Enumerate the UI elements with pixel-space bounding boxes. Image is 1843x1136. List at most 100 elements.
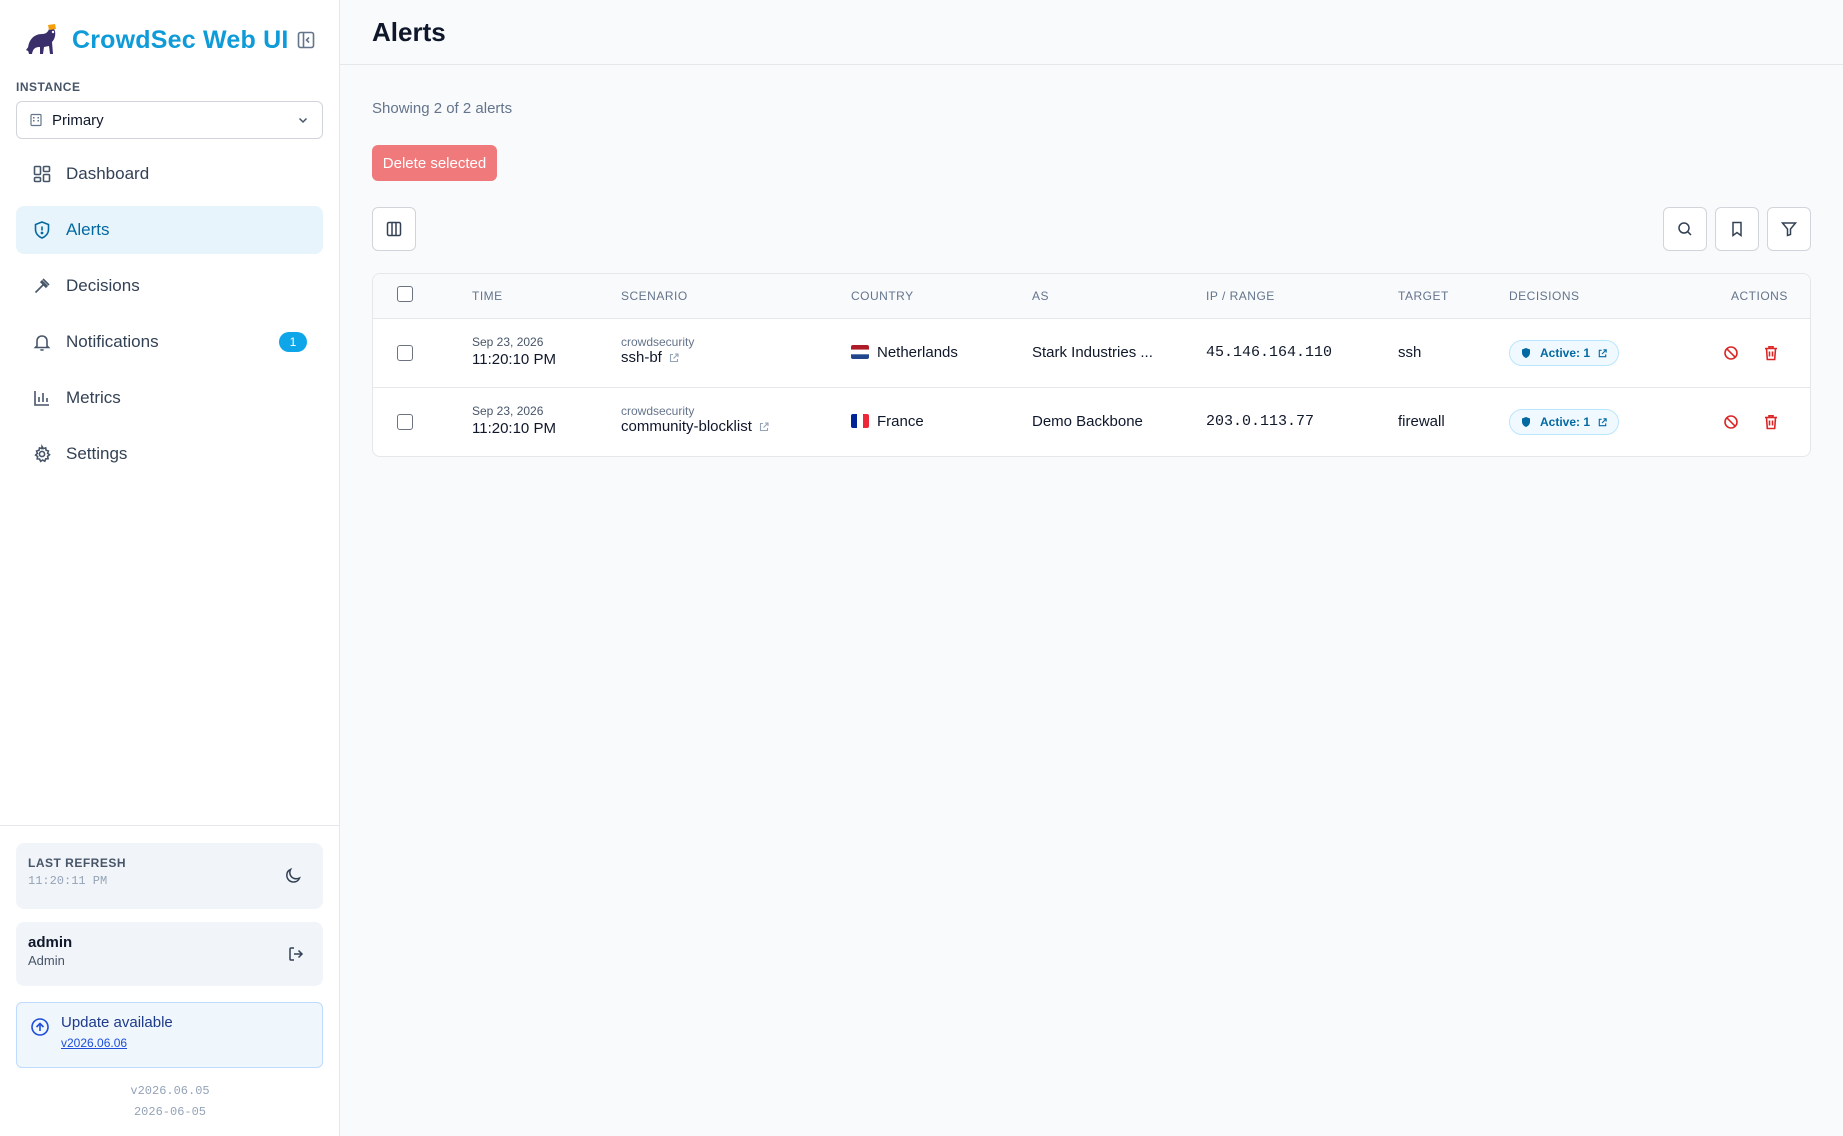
column-header-target[interactable]: TARGET [1398, 289, 1449, 303]
scenario-link[interactable]: community-blocklist [621, 418, 770, 435]
decisions-badge-label: Active: 1 [1540, 415, 1591, 429]
ban-icon[interactable] [1722, 344, 1740, 362]
external-link-icon [759, 421, 769, 431]
alert-time: 11:20:10 PM [472, 351, 556, 368]
sidebar-item-decisions[interactable]: Decisions [16, 262, 323, 310]
sidebar-item-alerts[interactable]: Alerts [16, 206, 323, 254]
country-name: France [877, 413, 924, 430]
column-header-country[interactable]: COUNTRY [851, 289, 914, 303]
instance-label: INSTANCE [16, 80, 81, 94]
search-icon [1678, 222, 1692, 236]
logout-icon[interactable] [287, 945, 305, 963]
sidebar-item-dashboard[interactable]: Dashboard [16, 150, 323, 198]
scenario-cell: crowdsecurity community-blocklist [621, 404, 770, 435]
building-icon [30, 113, 42, 127]
last-refresh-card: LAST REFRESH 11:20:11 PM [16, 843, 323, 909]
divider [0, 825, 340, 826]
alert-time: 11:20:10 PM [472, 420, 556, 437]
column-header-as[interactable]: AS [1032, 289, 1049, 303]
filter-button[interactable] [1767, 207, 1811, 251]
time-cell: Sep 23, 2026 11:20:10 PM [472, 335, 556, 368]
gear-icon [34, 444, 51, 463]
current-version: v2026.06.05 [130, 1084, 210, 1098]
notifications-count-badge: 1 [279, 332, 307, 352]
table-row[interactable]: Sep 23, 2026 11:20:10 PM crowdsecurity c… [373, 388, 1810, 456]
scenario-name: community-blocklist [621, 418, 752, 435]
shield-icon [1522, 348, 1530, 358]
sidebar-item-label: Alerts [66, 220, 110, 239]
scenario-link[interactable]: ssh-bf [621, 349, 694, 366]
trash-icon[interactable] [1762, 413, 1780, 431]
country-cell: Netherlands [851, 344, 958, 361]
sidebar-item-label: Decisions [66, 276, 140, 295]
select-all-checkbox[interactable] [397, 286, 413, 302]
crowdsec-logo-icon [26, 24, 56, 54]
brand[interactable]: CrowdSec Web UI [22, 20, 288, 60]
columns-icon [386, 221, 402, 237]
showing-count: Showing 2 of 2 alerts [372, 100, 513, 117]
update-available-card: Update available v2026.06.06 [16, 1002, 323, 1068]
saved-filters-button[interactable] [1715, 207, 1759, 251]
last-refresh-time: 11:20:11 PM [28, 874, 108, 888]
current-version-date: 2026-06-05 [133, 1105, 206, 1119]
target-cell: ssh [1398, 344, 1422, 361]
decisions-badge-label: Active: 1 [1540, 346, 1591, 360]
row-checkbox[interactable] [397, 414, 413, 430]
ban-icon[interactable] [1722, 413, 1740, 431]
user-card: admin Admin [16, 922, 323, 986]
columns-button[interactable] [372, 207, 416, 251]
row-checkbox[interactable] [397, 345, 413, 361]
dashboard-icon [33, 165, 51, 183]
column-header-actions: ACTIONS [1731, 289, 1788, 303]
sidebar-item-label: Notifications [66, 332, 159, 351]
collapse-sidebar-icon[interactable] [296, 30, 316, 50]
alert-date: Sep 23, 2026 [472, 335, 544, 349]
time-cell: Sep 23, 2026 11:20:10 PM [472, 404, 556, 437]
decisions-badge[interactable]: Active: 1 [1509, 340, 1620, 366]
scenario-namespace: crowdsecurity [621, 404, 695, 418]
target-cell: firewall [1398, 413, 1445, 430]
alert-date: Sep 23, 2026 [472, 404, 544, 418]
moon-icon[interactable] [285, 867, 303, 885]
gavel-icon [34, 278, 50, 294]
update-title: Update available [61, 1014, 173, 1031]
as-cell: Demo Backbone [1032, 413, 1143, 430]
scenario-cell: crowdsecurity ssh-bf [621, 335, 694, 366]
external-link-icon [669, 352, 679, 362]
column-header-time[interactable]: TIME [472, 289, 503, 303]
table-row[interactable]: Sep 23, 2026 11:20:10 PM crowdsecurity s… [373, 319, 1810, 388]
sidebar-item-label: Dashboard [66, 164, 150, 183]
delete-selected-button[interactable]: Delete selected [372, 145, 497, 181]
app-title: CrowdSec Web UI [72, 25, 289, 54]
ip-cell: 45.146.164.110 [1206, 344, 1333, 361]
bookmark-icon [1732, 221, 1742, 237]
france-flag-icon [851, 414, 869, 428]
page-title: Alerts [372, 17, 446, 47]
sidebar-item-metrics[interactable]: Metrics [16, 374, 323, 422]
as-cell: Stark Industries ... [1032, 344, 1153, 361]
country-cell: France [851, 413, 924, 430]
instance-value: Primary [52, 111, 104, 129]
shield-icon [34, 221, 50, 239]
column-header-scenario[interactable]: SCENARIO [621, 289, 688, 303]
sidebar-item-notifications[interactable]: Notifications 1 [16, 318, 323, 366]
sidebar: CrowdSec Web UI INSTANCE Primary Dashboa… [0, 0, 340, 1136]
decisions-badge[interactable]: Active: 1 [1509, 409, 1620, 435]
trash-icon[interactable] [1762, 344, 1780, 362]
external-link-icon [1598, 348, 1607, 357]
netherlands-flag-icon [851, 345, 869, 359]
column-header-decisions[interactable]: DECISIONS [1509, 289, 1580, 303]
country-name: Netherlands [877, 344, 958, 361]
shield-icon [1522, 417, 1530, 427]
column-header-ip-range[interactable]: IP / RANGE [1206, 289, 1275, 303]
instance-select[interactable]: Primary [16, 101, 323, 139]
bell-icon [33, 335, 51, 351]
sidebar-nav: Dashboard Alerts Decisions Notifications… [16, 150, 323, 486]
sidebar-item-settings[interactable]: Settings [16, 430, 323, 478]
scenario-namespace: crowdsecurity [621, 335, 695, 349]
arrow-up-circle-icon [31, 1018, 49, 1036]
user-name: admin [28, 934, 73, 951]
search-button[interactable] [1663, 207, 1707, 251]
topbar: Alerts [340, 0, 1843, 65]
update-version-link[interactable]: v2026.06.06 [61, 1036, 127, 1050]
